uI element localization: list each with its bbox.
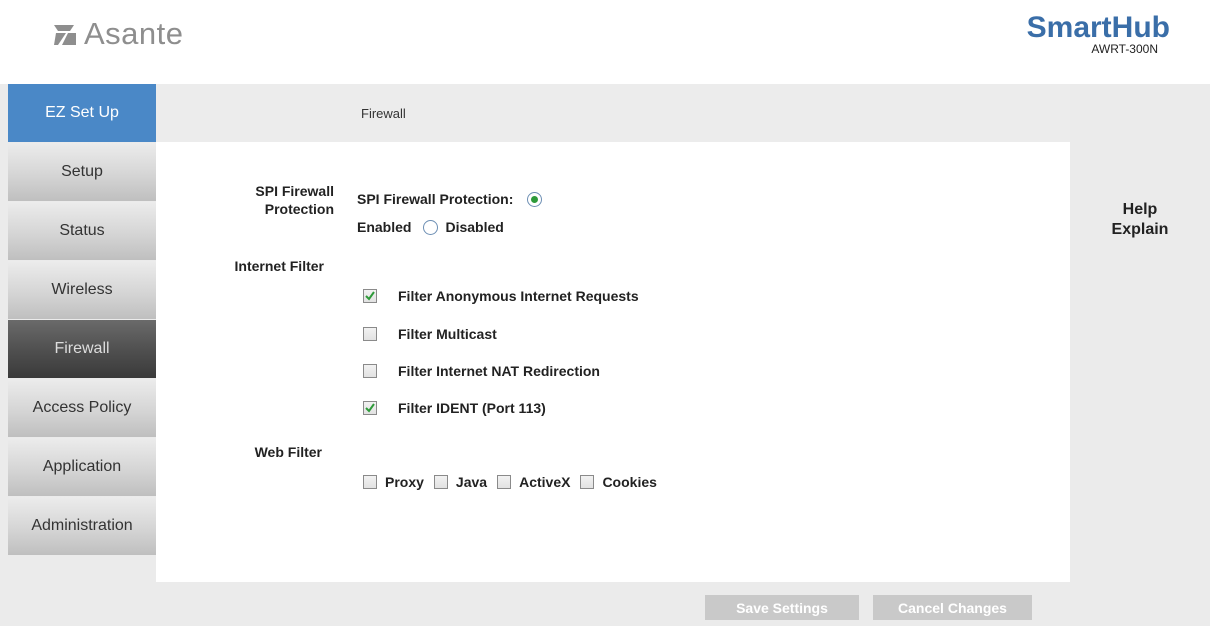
page-title-bar: Firewall (156, 84, 1070, 142)
help-title: Help (1122, 201, 1158, 218)
nav-item-status[interactable]: Status (8, 202, 156, 260)
internet-filter-section-label: Internet Filter (234, 258, 324, 274)
spi-disabled-label: Disabled (445, 219, 504, 235)
filter-anonymous-label: Filter Anonymous Internet Requests (398, 288, 639, 304)
header: Asante SmartHub AWRT-300N (0, 0, 1210, 84)
activex-checkbox[interactable] (497, 475, 512, 489)
spi-enabled-radio[interactable] (527, 191, 543, 207)
filter-nat-redirection-row: Filter Internet NAT Redirection (363, 363, 600, 379)
product-logo: SmartHub AWRT-300N (1026, 11, 1170, 57)
filter-anonymous-row: Filter Anonymous Internet Requests (363, 288, 639, 304)
activex-label: ActiveX (519, 474, 571, 490)
proxy-checkbox[interactable] (363, 475, 377, 489)
nav-item-ez-setup[interactable]: EZ Set Up (8, 84, 156, 142)
spi-field-label: SPI Firewall Protection: (357, 191, 514, 207)
product-name: SmartHub (1026, 11, 1170, 44)
java-label: Java (455, 474, 488, 490)
filter-ident-checkbox[interactable] (363, 401, 377, 415)
filter-multicast-checkbox[interactable] (363, 327, 377, 341)
web-filter-section-label: Web Filter (254, 444, 322, 460)
spi-disabled-radio[interactable] (423, 219, 439, 235)
sidebar-nav: EZ Set Up Setup Status Wireless Firewall… (8, 84, 156, 556)
spi-disabled-row: Enabled Disabled (357, 219, 504, 235)
nav-item-firewall[interactable]: Firewall (8, 320, 156, 378)
nav-item-application[interactable]: Application (8, 438, 156, 496)
nav-item-setup[interactable]: Setup (8, 143, 156, 201)
check-icon (365, 403, 375, 413)
page-title: Firewall (361, 106, 406, 121)
cancel-changes-button[interactable]: Cancel Changes (873, 595, 1032, 620)
nav-item-access-policy[interactable]: Access Policy (8, 379, 156, 437)
filter-anonymous-checkbox[interactable] (363, 289, 377, 303)
save-settings-button[interactable]: Save Settings (705, 595, 859, 620)
help-explain: Explain (1111, 221, 1169, 238)
web-filter-options: Proxy Java ActiveX Cookies (363, 474, 657, 490)
filter-nat-redirection-label: Filter Internet NAT Redirection (398, 363, 600, 379)
asante-logo-icon (54, 25, 76, 45)
firewall-form: SPI Firewall Protection SPI Firewall Pro… (156, 142, 1070, 582)
help-panel: Help Explain (1070, 142, 1210, 240)
cookies-checkbox[interactable] (580, 475, 595, 489)
check-icon (365, 291, 375, 301)
filter-ident-label: Filter IDENT (Port 113) (398, 400, 546, 416)
filter-nat-redirection-checkbox[interactable] (363, 364, 377, 378)
filter-ident-row: Filter IDENT (Port 113) (363, 400, 546, 416)
filter-multicast-row: Filter Multicast (363, 326, 497, 342)
radio-selected-dot (531, 195, 539, 203)
spi-field-label-row: SPI Firewall Protection: (357, 191, 543, 207)
nav-item-administration[interactable]: Administration (8, 497, 156, 555)
proxy-label: Proxy (385, 474, 424, 490)
brand-name: Asante (84, 16, 184, 51)
product-model: AWRT-300N (1091, 42, 1158, 56)
cookies-label: Cookies (602, 474, 657, 490)
java-checkbox[interactable] (433, 475, 448, 489)
nav-item-wireless[interactable]: Wireless (8, 261, 156, 319)
spi-section-label-text: SPI Firewall Protection (255, 183, 334, 217)
brand-logo: Asante (52, 16, 184, 52)
spi-section-label: SPI Firewall Protection (174, 182, 334, 218)
filter-multicast-label: Filter Multicast (398, 326, 497, 342)
spi-enabled-label: Enabled (357, 219, 412, 235)
